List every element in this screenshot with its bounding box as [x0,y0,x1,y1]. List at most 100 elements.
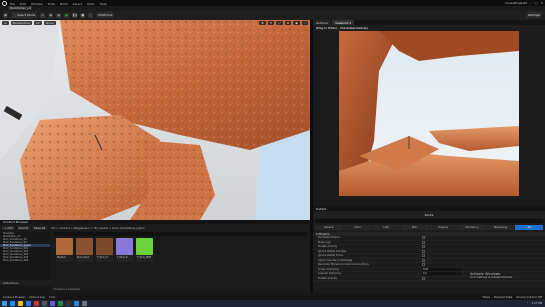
pie-viewport-panel: Outliner Viewport 2 [Play In Editor - Cl… [313,20,545,206]
menu-help[interactable]: Help [100,2,107,6]
property-value-field[interactable]: 0.01 [422,267,462,271]
output-log-button[interactable]: Output Log [29,295,45,299]
menu-actor[interactable]: Actor [87,2,95,6]
taskbar-app-icon[interactable] [66,301,71,306]
asset-tile[interactable]: T_Rock_ORM [136,238,153,262]
property-checkbox[interactable] [422,263,425,267]
taskbar-app-icon[interactable] [18,301,23,306]
cmd-input[interactable]: Cmd [49,295,55,299]
minimize-icon[interactable]: – [530,1,532,5]
property-label: Enable Gravity [318,276,338,280]
trace-button[interactable]: Trace [482,295,489,299]
details-tab-all[interactable]: All [515,225,543,230]
taskbar-app-icon[interactable] [26,301,31,306]
camera-speed-icon[interactable]: ◉ [293,20,300,25]
stop-icon[interactable]: ■ [80,12,86,18]
property-checkbox[interactable] [422,249,425,253]
menu-file[interactable]: File [10,2,15,6]
menu-select[interactable]: Select [73,2,82,6]
details-tab-lod[interactable]: LOD [372,225,400,230]
details-tab-streaming[interactable]: Streaming [486,225,515,230]
blueprint-icon[interactable]: ◆ [48,12,54,18]
taskbar-app-icon[interactable] [50,301,55,306]
perspective-button[interactable]: Perspective [10,20,32,25]
breadcrumb[interactable]: All > Content > Megascans > 3D_Assets > … [51,226,144,230]
property-checkbox[interactable] [422,245,425,249]
details-tab-actor[interactable]: Actor [343,225,372,230]
play-in-editor-view[interactable] [339,31,519,196]
content-browser: Content Browser + Add Import Save All Al… [0,220,310,293]
property-checkbox[interactable] [422,254,425,258]
save-icon[interactable]: ▣ [3,12,8,18]
play-options-icon[interactable]: ⋮ [88,12,94,18]
taskbar-app-icon[interactable] [10,301,15,306]
windows-taskbar: ⌃ 1:17 PM [0,300,545,307]
settings-button[interactable]: Settings [525,12,542,18]
grid-snap-icon[interactable]: # [284,20,292,25]
activate-windows-watermark: Activate Windows Go to Settings to activ… [470,272,513,280]
maximize-viewport-icon[interactable]: ⛶ [301,20,308,25]
taskbar-app-icon[interactable] [58,301,63,306]
asset-tile[interactable]: MI_Rock [56,238,73,262]
asset-search-input[interactable] [54,232,308,236]
play-icon[interactable]: ▶ [64,12,70,18]
level-viewport[interactable]: ≡ Perspective Lit Show ✥ ⟳ ⤢ # ◉ ⛶ [0,20,310,220]
property-checkbox[interactable] [422,240,425,244]
add-button[interactable]: + Add [2,225,15,230]
import-button[interactable]: Import [16,225,30,230]
translate-icon[interactable]: ✥ [259,20,266,25]
taskbar-app-icon[interactable] [42,301,47,306]
property-label: Simulate Physics [318,236,340,240]
asset-tile[interactable]: Rock_Sand [76,238,93,262]
menu-build[interactable]: Build [60,2,68,6]
menu-tools[interactable]: Tools [48,2,55,6]
clock[interactable]: 1:17 PM [532,302,542,305]
property-label: Angular Damping [318,272,341,276]
property-label: Linear Damping [318,267,339,271]
cinematics-icon[interactable]: ▤ [56,12,62,18]
derived-data-button[interactable]: Derived Data [494,295,513,299]
rotate-icon[interactable]: ⟳ [267,20,275,25]
add-actor-icon[interactable]: + [40,12,46,18]
property-checkbox[interactable] [422,236,425,240]
taskbar-app-icon[interactable] [82,301,87,306]
taskbar-app-icon[interactable] [74,301,79,306]
unreal-logo-icon[interactable] [2,0,7,6]
details-tab-misc[interactable]: Misc [400,225,429,230]
details-tab-rendering[interactable]: Rendering [458,225,486,230]
show-button[interactable]: Show [43,20,56,25]
select-mode-button[interactable]: ⬚ Select Mode [11,12,38,18]
viewport-menu-icon[interactable]: ≡ [2,20,9,25]
taskbar-app-icon[interactable] [34,301,39,306]
details-tab-physics[interactable]: Physics [429,225,458,230]
lit-button[interactable]: Lit [33,20,42,25]
collections-header[interactable]: Collections [0,280,50,285]
menu-edit[interactable]: Edit [20,2,26,6]
scale-icon[interactable]: ⤢ [276,20,283,25]
menu-window[interactable]: Window [31,2,43,6]
folder-tree-item[interactable]: Rock_Sandstone_S06 [0,259,50,262]
property-value-field[interactable]: 0.0 [422,272,462,276]
maximize-icon[interactable]: □ [535,1,538,5]
platforms-button[interactable]: Platforms [96,12,115,18]
asset-tile[interactable]: T_Rock_D [96,238,113,262]
pause-icon[interactable]: ❚❚ [72,12,77,18]
unreal-editor-window: File Edit Window Tools Build Select Actor Help … [0,0,545,307]
details-tab-general[interactable]: General [315,225,343,230]
asset-tile[interactable]: T_Rock_N [116,238,133,262]
start-icon[interactable] [2,301,7,306]
source-control-button[interactable]: Source Control Off [516,295,542,299]
property-checkbox[interactable] [422,258,425,262]
property-checkbox[interactable] [422,276,425,280]
pie-letterbox-right [519,31,545,206]
asset-thumbnail [136,238,153,255]
system-tray-icon[interactable]: ⌃ [526,302,528,305]
save-all-button[interactable]: Save All [31,225,48,230]
close-icon[interactable]: ✕ [540,1,543,5]
content-drawer-button[interactable]: Content Drawer [3,295,25,299]
details-search-input[interactable] [315,219,543,223]
asset-name: T_Rock_ORM [137,255,151,259]
asset-thumbnail [116,238,133,255]
main-menu: File Edit Window Tools Build Select Actor Help [10,1,112,6]
taskbar-apps [10,301,87,306]
